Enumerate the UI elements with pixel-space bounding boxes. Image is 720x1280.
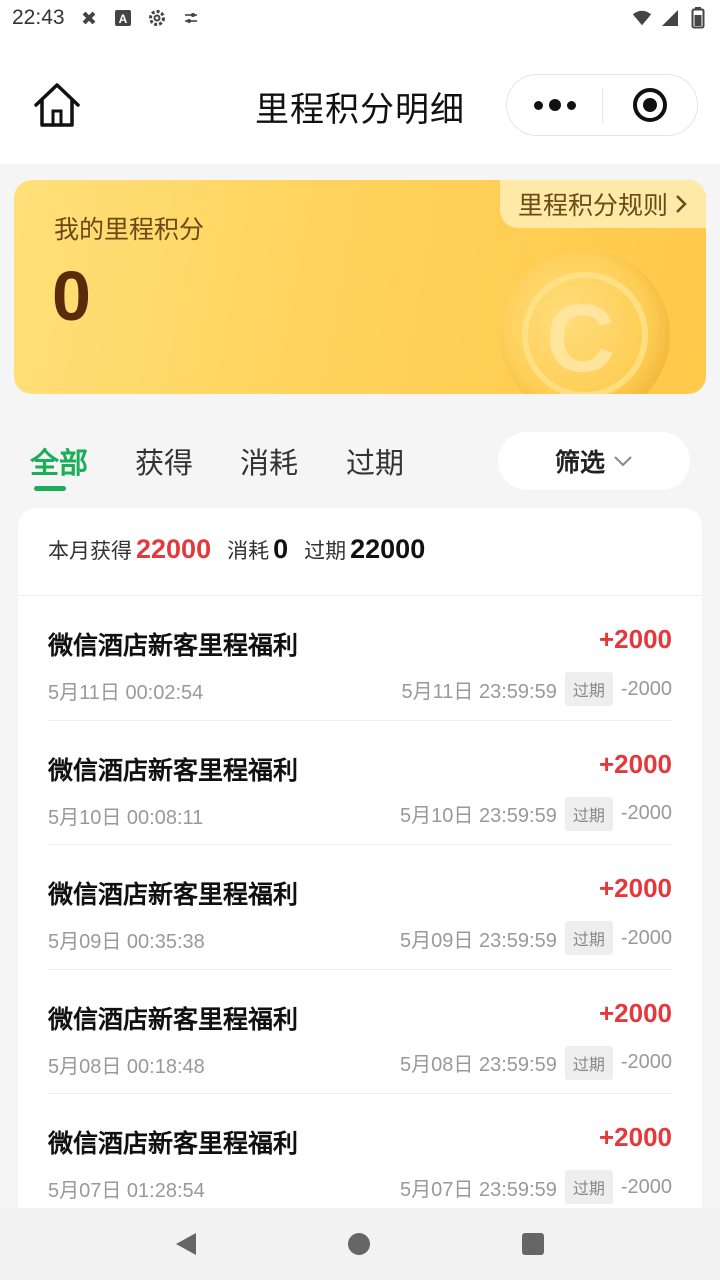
record-title: 微信酒店新客里程福利: [48, 755, 299, 785]
svg-text:A: A: [118, 12, 127, 26]
tab-all[interactable]: 全部: [30, 440, 88, 482]
more-dot-icon: [548, 99, 561, 111]
points-value: 0: [52, 257, 91, 335]
points-rules-label: 里程积分规则: [517, 191, 668, 220]
record-amount: +2000: [598, 748, 672, 779]
system-nav-bar: [0, 1208, 720, 1280]
mini-program-capsule: [506, 74, 698, 136]
record-row: 微信酒店新客里程福利 +2000 5月10日 00:08:11 5月10日 23…: [48, 721, 672, 845]
filter-label: 筛选: [554, 448, 605, 477]
spent-label: 消耗: [227, 539, 270, 563]
recents-square-icon[interactable]: [522, 1233, 544, 1255]
record-amount: +2000: [598, 873, 672, 903]
tab-expired[interactable]: 过期: [346, 440, 404, 482]
record-row: 微信酒店新客里程福利 +2000 5月08日 00:18:48 5月08日 23…: [48, 970, 672, 1094]
expired-badge: 过期: [564, 921, 613, 955]
spent-value: 0: [273, 534, 289, 564]
expired-badge: 过期: [564, 796, 613, 831]
app-a-icon: A: [113, 8, 133, 28]
record-time: 5月09日 00:35:38: [48, 931, 205, 953]
chevron-down-icon: [614, 456, 632, 467]
record-expire-time: 5月10日 23:59:59: [400, 805, 557, 827]
expired-value: 22000: [350, 534, 426, 564]
target-icon: [633, 88, 667, 122]
record-time: 5月10日 00:08:11: [48, 806, 204, 829]
expired-label: 过期: [304, 539, 347, 563]
signal-icon: [660, 8, 680, 28]
record-expire-amount: -2000: [620, 802, 672, 824]
expired-badge: 过期: [564, 672, 613, 706]
status-bar: 22:43 A: [0, 0, 720, 36]
record-amount: +2000: [598, 997, 672, 1028]
record-expire-time: 5月08日 23:59:59: [400, 1054, 557, 1076]
nav-bar: 里程积分明细: [0, 36, 720, 164]
monthly-summary: 本月获得 22000 消耗 0 过期 22000: [18, 508, 702, 596]
close-mini-program-button[interactable]: [603, 75, 697, 135]
battery-icon: [688, 7, 708, 29]
record-expire-time: 5月09日 23:59:59: [400, 929, 557, 952]
record-title: 微信酒店新客里程福利: [48, 1004, 299, 1034]
record-amount: +2000: [598, 624, 672, 654]
more-button[interactable]: [507, 75, 602, 135]
points-rules-link[interactable]: 里程积分规则: [499, 180, 706, 228]
points-label: 我的里程积分: [54, 215, 205, 244]
record-time: 5月08日 00:18:48: [48, 1055, 205, 1078]
record-title: 微信酒店新客里程福利: [48, 880, 299, 909]
tab-earned[interactable]: 获得: [135, 440, 193, 482]
record-expire-amount: -2000: [620, 1175, 672, 1198]
record-amount: +2000: [598, 1122, 672, 1152]
settings-gear-icon: [147, 8, 167, 28]
record-tabs: 全部 获得 消耗 过期 筛选: [0, 430, 720, 494]
record-expire-time: 5月11日 23:59:59: [401, 680, 557, 703]
record-expire-amount: -2000: [620, 926, 672, 949]
record-time: 5月07日 01:28:54: [48, 1180, 205, 1202]
tab-spent[interactable]: 消耗: [240, 440, 298, 482]
records-list: 微信酒店新客里程福利 +2000 5月11日 00:02:54 5月11日 23…: [18, 596, 702, 1219]
expired-badge: 过期: [564, 1045, 613, 1080]
status-time: 22:43: [12, 6, 65, 29]
coin-icon: C: [500, 250, 670, 394]
filter-button[interactable]: 筛选: [498, 432, 690, 490]
record-row: 微信酒店新客里程福利 +2000 5月09日 00:35:38 5月09日 23…: [48, 845, 672, 970]
records-card: 本月获得 22000 消耗 0 过期 22000 微信酒店新客里程福利 +200…: [18, 508, 702, 1228]
record-title: 微信酒店新客里程福利: [48, 1129, 299, 1158]
do-not-disturb-icon: [79, 8, 99, 28]
chevron-right-icon: [676, 195, 687, 213]
more-dot-icon: [566, 100, 576, 110]
record-expire-time: 5月07日 23:59:59: [400, 1178, 557, 1201]
expired-badge: 过期: [564, 1170, 613, 1204]
record-expire-amount: -2000: [620, 677, 672, 700]
back-triangle-icon[interactable]: [176, 1233, 196, 1255]
home-circle-icon[interactable]: [348, 1233, 370, 1255]
record-title: 微信酒店新客里程福利: [48, 631, 299, 660]
earned-value: 22000: [136, 534, 212, 564]
points-card: C 我的里程积分 0 里程积分规则: [14, 180, 706, 394]
wifi-icon: [632, 8, 652, 28]
tune-icon: [181, 8, 201, 28]
more-dot-icon: [533, 100, 543, 110]
earned-label: 本月获得: [48, 539, 132, 563]
record-time: 5月11日 00:02:54: [48, 682, 204, 704]
record-row: 微信酒店新客里程福利 +2000 5月11日 00:02:54 5月11日 23…: [48, 596, 672, 721]
record-expire-amount: -2000: [620, 1051, 672, 1073]
record-row: 微信酒店新客里程福利 +2000 5月07日 01:28:54 5月07日 23…: [48, 1094, 672, 1219]
tab-active-indicator: [34, 486, 66, 491]
